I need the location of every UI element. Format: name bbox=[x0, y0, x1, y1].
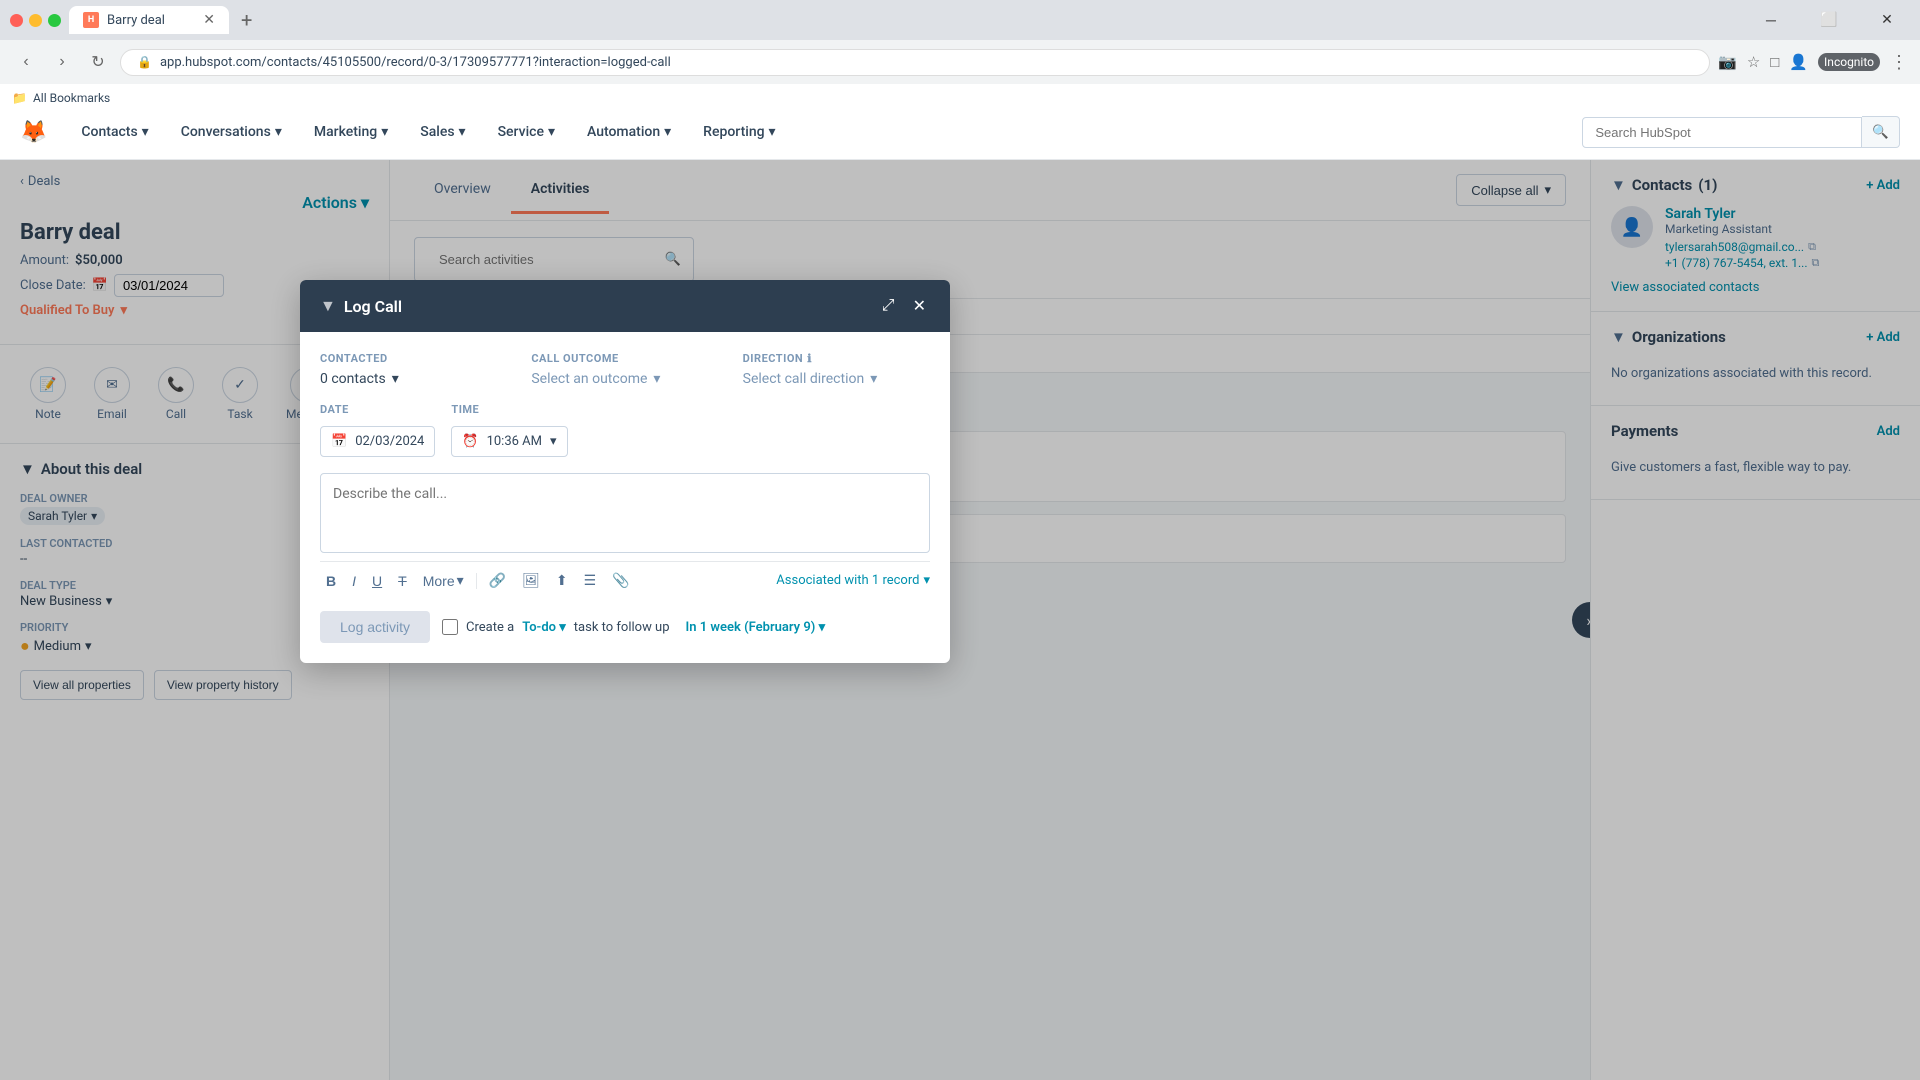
contacts-dropdown-icon bbox=[142, 124, 149, 140]
strikethrough-button[interactable]: T bbox=[392, 569, 413, 593]
modal-collapse-icon[interactable]: ▼ bbox=[320, 296, 336, 316]
close-window-button[interactable]: ✕ bbox=[1864, 4, 1910, 36]
calendar-icon: 📅 bbox=[331, 434, 347, 449]
todo-type-dropdown-icon bbox=[559, 620, 566, 635]
time-input[interactable]: ⏰ 10:36 AM bbox=[451, 426, 567, 457]
clock-icon: ⏰ bbox=[462, 434, 478, 449]
hubspot-logo: 🦊 bbox=[20, 120, 47, 145]
modal-date-row: Date 📅 02/03/2024 Time ⏰ 10:36 AM bbox=[320, 403, 930, 457]
image-button[interactable]: 🖼 bbox=[516, 568, 546, 593]
todo-type-button[interactable]: To-do bbox=[522, 620, 566, 635]
upload-button[interactable]: ⬆ bbox=[550, 568, 574, 593]
nav-item-automation[interactable]: Automation bbox=[573, 116, 685, 148]
address-bar[interactable]: 🔒 app.hubspot.com/contacts/45105500/reco… bbox=[120, 49, 1710, 76]
modal-expand-button[interactable]: ⤢ bbox=[878, 294, 899, 318]
direction-select[interactable]: Select call direction bbox=[743, 371, 930, 387]
todo-row: Create a To-do task to follow up In 1 we… bbox=[442, 619, 825, 635]
link-button[interactable]: 🔗 bbox=[483, 568, 512, 593]
todo-date-dropdown-icon bbox=[819, 620, 826, 635]
modal-time-field: Time ⏰ 10:36 AM bbox=[451, 403, 567, 457]
extension-icon[interactable]: □ bbox=[1770, 53, 1779, 71]
global-search-button[interactable]: 🔍 bbox=[1862, 116, 1900, 148]
global-search-input[interactable] bbox=[1582, 117, 1862, 148]
attachment-button[interactable]: 📎 bbox=[606, 568, 635, 593]
hubspot-favicon: H bbox=[83, 12, 99, 28]
modal-body: Contacted 0 contacts Call outcome Select… bbox=[300, 332, 950, 663]
service-dropdown-icon bbox=[548, 124, 555, 140]
modal-overlay: ▼ Log Call ⤢ ✕ Contacted 0 contacts Call… bbox=[0, 160, 1920, 1080]
underline-button[interactable]: U bbox=[366, 569, 388, 593]
modal-direction-field: Direction ℹ Select call direction bbox=[743, 352, 930, 387]
more-formatting-button[interactable]: More bbox=[417, 568, 470, 593]
menu-icon[interactable]: ⋮ bbox=[1890, 52, 1908, 73]
reload-button[interactable]: ↻ bbox=[84, 48, 112, 76]
nav-item-reporting[interactable]: Reporting bbox=[689, 116, 789, 148]
modal-controls: ⤢ ✕ bbox=[878, 294, 930, 318]
nav-item-marketing[interactable]: Marketing bbox=[300, 116, 402, 148]
create-label: Create a bbox=[466, 620, 514, 635]
sales-dropdown-icon bbox=[459, 124, 466, 140]
call-description-textarea[interactable] bbox=[320, 473, 930, 553]
modal-close-button[interactable]: ✕ bbox=[909, 294, 930, 318]
nav-items: Contacts Conversations Marketing Sales S… bbox=[67, 116, 789, 148]
nav-search: 🔍 bbox=[1582, 116, 1900, 148]
conversations-dropdown-icon bbox=[275, 124, 282, 140]
modal-date-field: Date 📅 02/03/2024 bbox=[320, 403, 435, 457]
maximize-button[interactable]: ⬜ bbox=[1806, 4, 1852, 36]
direction-dropdown-icon bbox=[870, 371, 877, 387]
assoc-dropdown-icon bbox=[923, 573, 930, 588]
nav-item-sales[interactable]: Sales bbox=[406, 116, 479, 148]
bookmarks-label[interactable]: All Bookmarks bbox=[33, 91, 110, 105]
list-button[interactable]: ☰ bbox=[578, 568, 603, 593]
modal-contacted-field: Contacted 0 contacts bbox=[320, 352, 507, 387]
nav-item-contacts[interactable]: Contacts bbox=[67, 116, 162, 148]
main-nav: 🦊 Contacts Conversations Marketing Sales… bbox=[0, 105, 1920, 160]
italic-button[interactable]: I bbox=[346, 569, 362, 593]
profile-icon[interactable]: 👤 bbox=[1789, 53, 1808, 71]
log-activity-button[interactable]: Log activity bbox=[320, 611, 430, 643]
nav-item-conversations[interactable]: Conversations bbox=[167, 116, 296, 148]
modal-toolbar: B I U T More 🔗 🖼 ⬆ ☰ 📎 Associated with 1… bbox=[320, 561, 930, 599]
nav-item-service[interactable]: Service bbox=[484, 116, 569, 148]
log-call-modal: ▼ Log Call ⤢ ✕ Contacted 0 contacts Call… bbox=[300, 280, 950, 663]
contacts-dropdown-icon bbox=[392, 371, 399, 387]
toolbar-separator-1 bbox=[476, 573, 477, 589]
minimize-button[interactable]: ─ bbox=[1748, 4, 1794, 36]
browser-tab[interactable]: H Barry deal ✕ bbox=[69, 6, 229, 34]
call-outcome-select[interactable]: Select an outcome bbox=[531, 371, 718, 387]
url-text: app.hubspot.com/contacts/45105500/record… bbox=[160, 55, 671, 70]
bold-button[interactable]: B bbox=[320, 569, 342, 593]
todo-checkbox[interactable] bbox=[442, 619, 458, 635]
reporting-dropdown-icon bbox=[769, 124, 776, 140]
more-format-dropdown-icon bbox=[457, 572, 464, 589]
direction-info-icon: ℹ bbox=[807, 352, 812, 365]
bookmarks-folder-icon: 📁 bbox=[12, 91, 27, 105]
back-button[interactable]: ‹ bbox=[12, 48, 40, 76]
modal-fields-row: Contacted 0 contacts Call outcome Select… bbox=[320, 352, 930, 387]
camera-icon: 📷 bbox=[1718, 53, 1737, 71]
modal-footer: Log activity Create a To-do task to foll… bbox=[320, 611, 930, 643]
incognito-label: Incognito bbox=[1818, 53, 1880, 71]
todo-date-button[interactable]: In 1 week (February 9) bbox=[686, 620, 826, 635]
associated-records-button[interactable]: Associated with 1 record bbox=[776, 573, 930, 588]
star-icon[interactable]: ☆ bbox=[1747, 53, 1760, 71]
modal-title: ▼ Log Call bbox=[320, 296, 402, 316]
forward-button[interactable]: › bbox=[48, 48, 76, 76]
date-input[interactable]: 📅 02/03/2024 bbox=[320, 426, 435, 457]
task-follow-up-label: task to follow up bbox=[574, 620, 670, 635]
modal-call-outcome-field: Call outcome Select an outcome bbox=[531, 352, 718, 387]
modal-header: ▼ Log Call ⤢ ✕ bbox=[300, 280, 950, 332]
outcome-dropdown-icon bbox=[653, 371, 660, 387]
marketing-dropdown-icon bbox=[381, 124, 388, 140]
automation-dropdown-icon bbox=[664, 124, 671, 140]
contacted-value[interactable]: 0 contacts bbox=[320, 371, 507, 387]
close-tab-icon[interactable]: ✕ bbox=[203, 12, 215, 28]
tab-title: Barry deal bbox=[107, 13, 165, 28]
time-dropdown-icon bbox=[550, 434, 557, 449]
new-tab-button[interactable]: + bbox=[241, 8, 252, 32]
